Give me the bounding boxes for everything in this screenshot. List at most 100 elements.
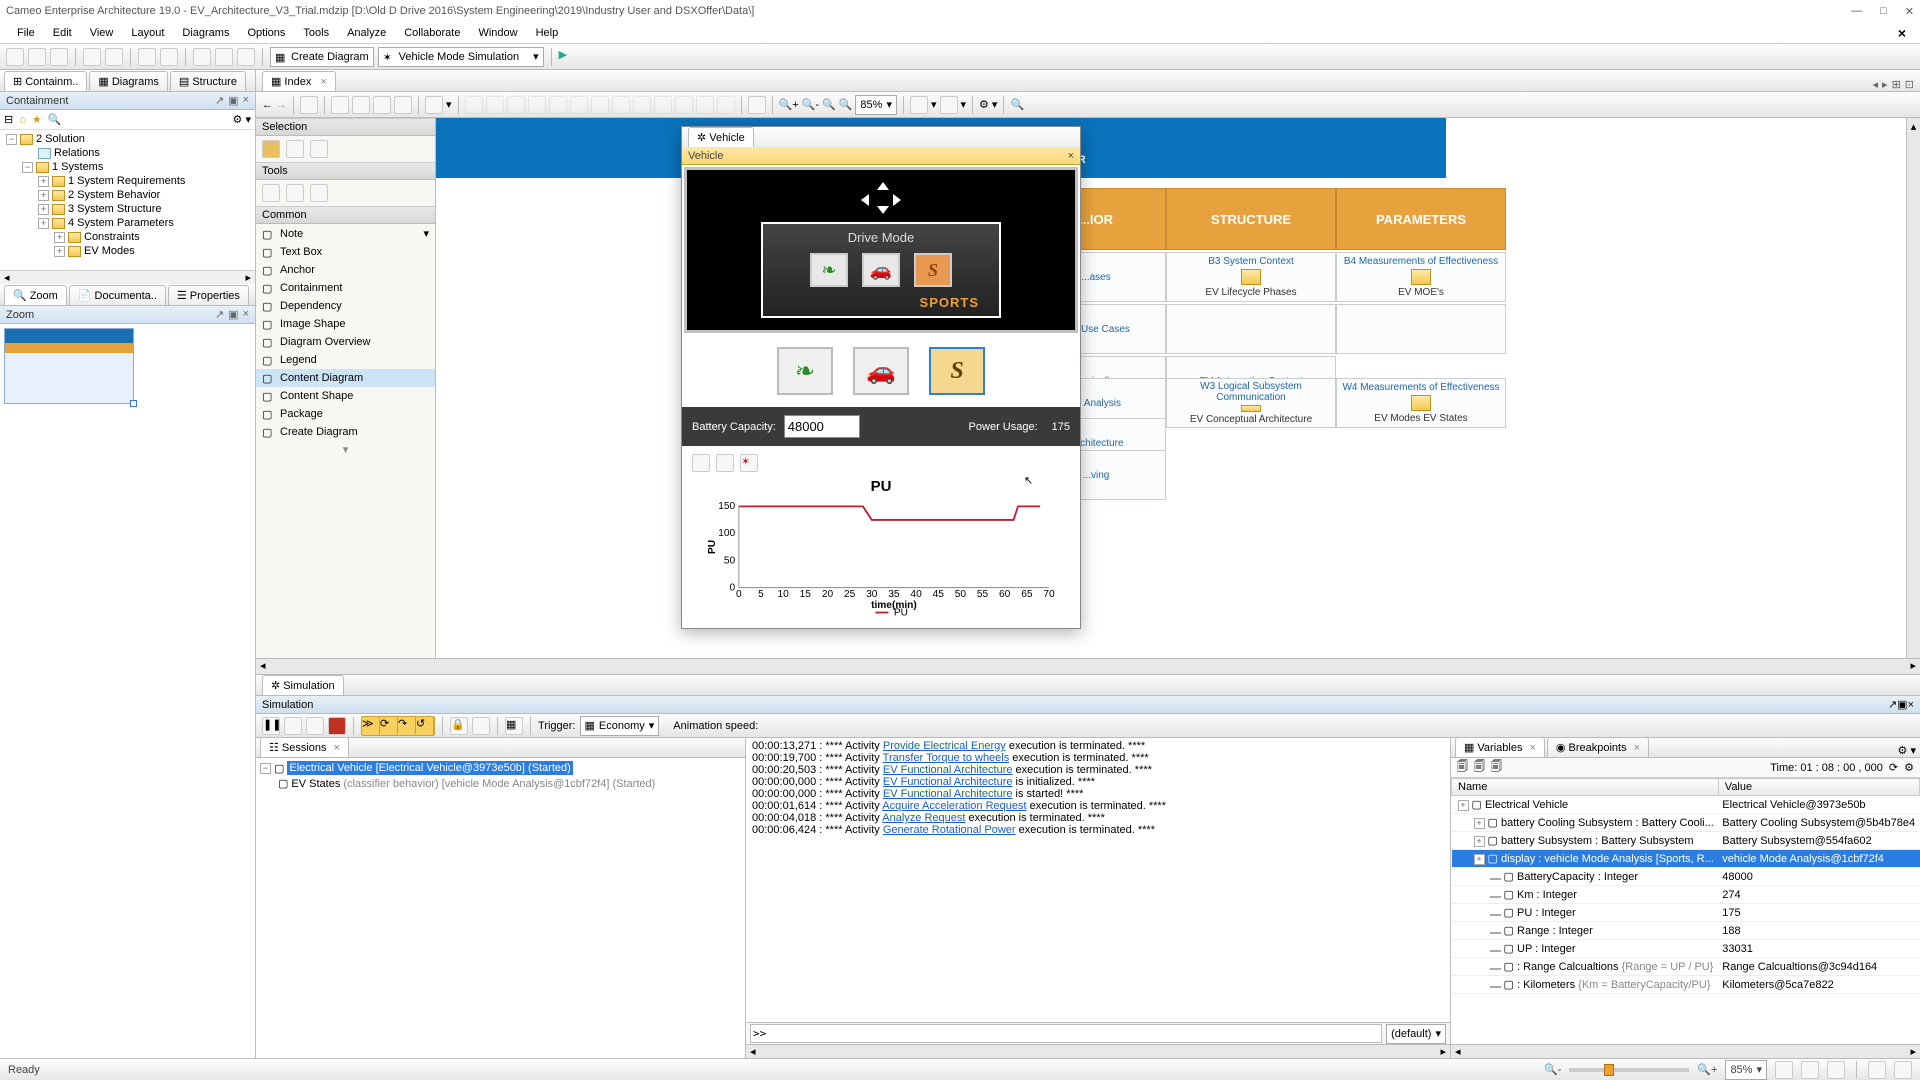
- palette-item[interactable]: ▢Anchor: [256, 261, 435, 279]
- panel-close-icon[interactable]: ×: [243, 94, 249, 107]
- tab-variables[interactable]: ▦ Variables ×: [1455, 737, 1545, 757]
- tab-documentation[interactable]: 📄 Documenta..: [69, 285, 166, 305]
- variable-row[interactable]: + ▢ display : vehicle Mode Analysis [Spo…: [1452, 850, 1920, 868]
- zoom-in-icon[interactable]: 🔍+: [779, 98, 799, 111]
- tree-gear-icon[interactable]: ⚙ ▾: [233, 113, 251, 126]
- select-arrow-icon[interactable]: [262, 140, 280, 158]
- palette-item[interactable]: ▢Package: [256, 405, 435, 423]
- matrix-cell[interactable]: B4 Measurements of EffectivenessEV MOE's: [1336, 252, 1506, 302]
- tree-collapse-icon[interactable]: ⊟: [4, 113, 13, 126]
- tree-node[interactable]: −2 Solution: [2, 132, 253, 146]
- tab-structure[interactable]: ▤ Structure: [170, 71, 246, 91]
- menu-edit[interactable]: Edit: [44, 24, 81, 42]
- variable-row[interactable]: ▢ Km : Integer274: [1452, 886, 1920, 904]
- tab-breakpoints[interactable]: ◉ Breakpoints ×: [1547, 737, 1649, 757]
- variable-row[interactable]: ▢ Range : Integer188: [1452, 922, 1920, 940]
- tree-node[interactable]: −1 Systems: [2, 160, 253, 174]
- console-input[interactable]: [750, 1024, 1382, 1043]
- tool-undo-icon[interactable]: [138, 48, 156, 66]
- tab-zoom[interactable]: 🔍 Zoom: [4, 285, 67, 305]
- tool-run-icon[interactable]: ▶: [559, 48, 577, 66]
- diagram-canvas[interactable]: PILLAR ...IORSTRUCTUREPARAMETERS ...ases…: [436, 118, 1906, 658]
- vehicle-window[interactable]: ✲ Vehicle Vehicle× Drive Mode ❧: [681, 126, 1081, 629]
- menu-help[interactable]: Help: [527, 24, 568, 42]
- tool-save-icon[interactable]: [50, 48, 68, 66]
- zoom-combo[interactable]: 85% ▾: [855, 95, 897, 115]
- tree-node[interactable]: +1 System Requirements: [2, 174, 253, 188]
- forward-icon[interactable]: →: [276, 99, 287, 111]
- zoom-out-icon[interactable]: 🔍-: [802, 98, 819, 111]
- sport-button[interactable]: S: [929, 347, 985, 395]
- mdi-close-icon[interactable]: ×: [1892, 25, 1912, 41]
- session-row[interactable]: ▢ EV States(classifier behavior) [vehicl…: [258, 776, 743, 791]
- tool-nav-icon[interactable]: [83, 48, 101, 66]
- variable-row[interactable]: ▢ PU : Integer175: [1452, 904, 1920, 922]
- sim-step-icon[interactable]: ≫: [362, 717, 380, 735]
- tool-paste-icon[interactable]: [237, 48, 255, 66]
- variable-row[interactable]: ▢ UP : Integer33031: [1452, 940, 1920, 958]
- tree-node[interactable]: +3 System Structure: [2, 202, 253, 216]
- variable-row[interactable]: ▢ : Kilometers {Km = BatteryCapacity/PU}…: [1452, 976, 1920, 994]
- gear-icon[interactable]: ⚙: [1904, 761, 1914, 774]
- tree-home-icon[interactable]: ⌂: [19, 114, 26, 126]
- matrix-cell[interactable]: W3 Logical Subsystem CommunicationEV Con…: [1166, 378, 1336, 428]
- palette-item[interactable]: ▢Containment: [256, 279, 435, 297]
- variable-row[interactable]: + ▢ battery Cooling Subsystem : Battery …: [1452, 814, 1920, 832]
- palette-item[interactable]: ▢Image Shape: [256, 315, 435, 333]
- matrix-cell[interactable]: [1166, 304, 1336, 354]
- menu-layout[interactable]: Layout: [122, 24, 173, 42]
- status-zoom-in-icon[interactable]: 🔍+: [1697, 1063, 1717, 1076]
- palette-item[interactable]: ▢Note▾: [256, 224, 435, 243]
- tree-node[interactable]: +2 System Behavior: [2, 188, 253, 202]
- palette-item[interactable]: ▢Content Diagram: [256, 369, 435, 387]
- palette-item[interactable]: ▢Legend: [256, 351, 435, 369]
- matrix-cell[interactable]: W4 Measurements of EffectivenessEV Modes…: [1336, 378, 1506, 428]
- zoom-fit-icon[interactable]: 🔍: [822, 98, 836, 111]
- trigger-combo[interactable]: ▦ Economy ▾: [580, 716, 660, 736]
- tab-containment[interactable]: ⊞ Containm..: [4, 71, 87, 91]
- status-zoom-out-icon[interactable]: 🔍-: [1544, 1063, 1561, 1076]
- create-diagram-button[interactable]: ▦Create Diagram: [270, 47, 374, 67]
- tab-close-icon[interactable]: ×: [320, 76, 326, 88]
- sim-pause-icon[interactable]: ❚❚: [262, 717, 280, 735]
- palette-item[interactable]: ▢Diagram Overview: [256, 333, 435, 351]
- tab-sessions[interactable]: ☷ Sessions ×: [260, 737, 349, 757]
- containment-tree[interactable]: −2 SolutionRelations−1 Systems+1 System …: [0, 130, 255, 270]
- back-icon[interactable]: ←: [262, 99, 273, 111]
- tab-diagrams[interactable]: ▦ Diagrams: [89, 71, 167, 91]
- refresh-icon[interactable]: ⟳: [1889, 761, 1898, 774]
- menu-analyze[interactable]: Analyze: [338, 24, 395, 42]
- variables-table[interactable]: NameValue + ▢ Electrical VehicleElectric…: [1451, 778, 1920, 1044]
- tab-simulation[interactable]: ✲ Simulation: [262, 675, 344, 695]
- menu-diagrams[interactable]: Diagrams: [173, 24, 238, 42]
- mode-combo[interactable]: ✶Vehicle Mode Simulation▾: [378, 47, 544, 67]
- tool-copy-icon[interactable]: [215, 48, 233, 66]
- menu-file[interactable]: File: [8, 24, 44, 42]
- sim-stop-icon[interactable]: [328, 717, 346, 735]
- panel-expand-icon[interactable]: ↗: [215, 94, 224, 107]
- tool-nav2-icon[interactable]: [105, 48, 123, 66]
- console-scope-combo[interactable]: (default) ▾: [1386, 1024, 1446, 1044]
- matrix-cell[interactable]: [1336, 304, 1506, 354]
- tab-properties[interactable]: ☰ Properties: [168, 285, 249, 305]
- sim-lock-icon[interactable]: 🔒: [450, 717, 468, 735]
- eco-button[interactable]: ❧: [777, 347, 833, 395]
- console-output[interactable]: 00:00:13,271 : **** Activity Provide Ele…: [746, 738, 1450, 1022]
- menu-collaborate[interactable]: Collaborate: [395, 24, 469, 42]
- tool-open-icon[interactable]: [28, 48, 46, 66]
- zoom-panel[interactable]: [0, 324, 255, 1058]
- diagram-tab-index[interactable]: ▦ Index ×: [262, 71, 336, 91]
- palette-item[interactable]: ▢Create Diagram: [256, 423, 435, 441]
- tool-cut-icon[interactable]: [193, 48, 211, 66]
- menu-options[interactable]: Options: [238, 24, 294, 42]
- tree-node[interactable]: +Constraints: [2, 230, 253, 244]
- tree-node[interactable]: Relations: [2, 146, 253, 160]
- panel-pin-icon[interactable]: ▣: [228, 94, 238, 107]
- zoom-slider[interactable]: [1569, 1068, 1689, 1072]
- gear-icon[interactable]: ⚙: [979, 98, 989, 111]
- dpad-icon[interactable]: [861, 182, 901, 214]
- palette-item[interactable]: ▢Content Shape: [256, 387, 435, 405]
- panel-gear-icon[interactable]: ⚙ ▾: [1898, 744, 1916, 757]
- menu-window[interactable]: Window: [469, 24, 526, 42]
- menu-tools[interactable]: Tools: [294, 24, 338, 42]
